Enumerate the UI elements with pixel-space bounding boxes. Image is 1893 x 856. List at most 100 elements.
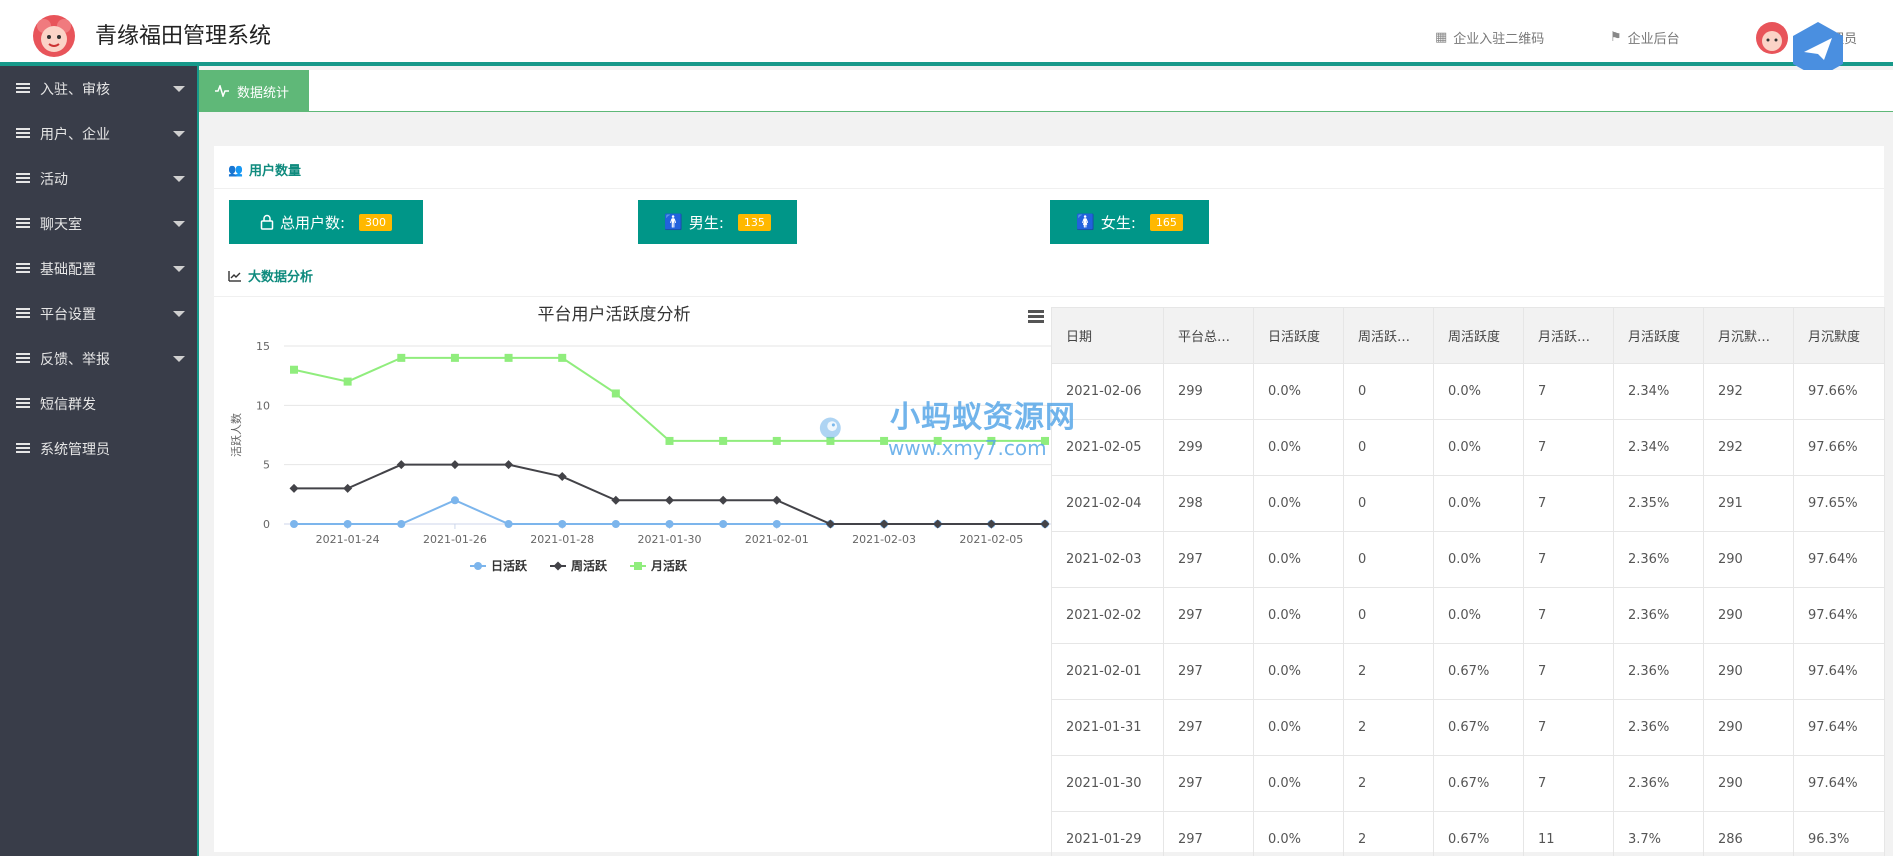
- data-point: [879, 519, 889, 529]
- table-cell: 299: [1163, 419, 1254, 476]
- table-cell: 2021-01-31: [1051, 699, 1164, 756]
- data-point: [665, 495, 674, 505]
- legend-marker: [634, 562, 642, 570]
- sidebar-item-review[interactable]: 入驻、审核: [0, 66, 197, 111]
- x-tick-label: 2021-01-30: [638, 533, 702, 546]
- y-tick-label: 15: [256, 340, 270, 353]
- table-cell: 297: [1163, 699, 1254, 756]
- table-cell: 299: [1163, 363, 1254, 420]
- table-cell: 97.66%: [1793, 363, 1885, 420]
- watermark-url: www.xmy7.com: [888, 436, 1047, 460]
- user-count-title-text: 用户数量: [248, 164, 301, 179]
- list-icon: [16, 308, 30, 319]
- y-tick-label: 0: [263, 518, 270, 531]
- table-cell: 0.0%: [1433, 531, 1524, 588]
- data-point: [933, 519, 943, 529]
- pulse-icon: [215, 85, 229, 97]
- female-users-label: 女生:: [1100, 213, 1136, 232]
- table-cell: 2021-01-29: [1051, 811, 1164, 856]
- sidebar-item-sms[interactable]: 短信群发: [0, 381, 197, 426]
- table-cell: 2.36%: [1613, 755, 1704, 812]
- enterprise-backend-link[interactable]: ⚑ 企业后台: [1610, 28, 1680, 47]
- total-users-button[interactable]: 总用户数: 300: [229, 200, 423, 244]
- data-point: [1040, 519, 1050, 529]
- male-users-button[interactable]: 🚹 男生: 135: [638, 200, 797, 244]
- table-cell: 0: [1343, 475, 1434, 532]
- male-users-label: 男生:: [688, 213, 724, 232]
- watermark-title: 小蚂蚁资源网: [890, 400, 1076, 435]
- female-users-button[interactable]: 🚺 女生: 165: [1050, 200, 1209, 244]
- table-header-cell: 月活跃人数: [1523, 307, 1614, 364]
- y-axis-label: 活跃人数: [229, 413, 243, 457]
- caret-down-icon: [173, 86, 185, 92]
- male-users-count: 135: [737, 213, 771, 231]
- table-cell: 0: [1343, 587, 1434, 644]
- table-cell: 292: [1703, 419, 1794, 476]
- table-header-cell: 日期: [1051, 307, 1164, 364]
- list-icon: [16, 173, 30, 184]
- sidebar-item-activity[interactable]: 活动: [0, 156, 197, 201]
- y-tick-label: 10: [256, 399, 270, 412]
- table-cell: 298: [1163, 475, 1254, 532]
- sidebar-item-label: 反馈、举报: [40, 351, 110, 368]
- table-header-cell: 周活跃度: [1433, 307, 1524, 364]
- total-users-count: 300: [359, 213, 393, 231]
- caret-down-icon: [173, 356, 185, 362]
- sidebar-item-label: 入驻、审核: [40, 81, 110, 98]
- table-cell: 2.36%: [1613, 531, 1704, 588]
- table-cell: 7: [1523, 363, 1614, 420]
- data-point: [558, 353, 567, 362]
- table-cell: 297: [1163, 531, 1254, 588]
- avatar[interactable]: [1754, 20, 1790, 56]
- sidebar-item-platform-settings[interactable]: 平台设置: [0, 291, 197, 336]
- caret-down-icon: [173, 311, 185, 317]
- total-users-label: 总用户数:: [279, 213, 346, 232]
- caret-down-icon: [173, 221, 185, 227]
- sidebar: 入驻、审核 用户、企业 活动 聊天室 基础配置 平台设置 反馈、举报 短信群发 …: [0, 66, 199, 856]
- sidebar-item-admins[interactable]: 系统管理员: [0, 426, 197, 471]
- table-cell: 290: [1703, 699, 1794, 756]
- table-row: 2021-02-01 297 0.0% 2 0.67% 7 2.36% 290 97.64%: [1051, 643, 1885, 700]
- table-cell: 0: [1343, 363, 1434, 420]
- top-header: 青缘福田管理系统 ▦ 企业入驻二维码 ⚑ 企业后台 管理员: [0, 0, 1893, 78]
- caret-down-icon: [173, 131, 185, 137]
- chart-menu-icon[interactable]: [1028, 310, 1044, 324]
- table-cell: 2.36%: [1613, 699, 1704, 756]
- list-icon: [16, 128, 30, 139]
- sidebar-item-users[interactable]: 用户、企业: [0, 111, 197, 156]
- table-row: 2021-02-05 299 0.0% 0 0.0% 7 2.34% 292 97.66%: [1051, 419, 1885, 476]
- data-point: [289, 483, 299, 493]
- tab-data-statistics[interactable]: 数据统计: [199, 70, 309, 112]
- data-point: [665, 436, 674, 445]
- sidebar-item-feedback[interactable]: 反馈、举报: [0, 336, 197, 381]
- table-cell: 2: [1343, 699, 1434, 756]
- data-point: [343, 520, 352, 528]
- qrcode-link[interactable]: ▦ 企业入驻二维码: [1435, 28, 1544, 47]
- table-cell: 2.36%: [1613, 643, 1704, 700]
- table-header-cell: 周活跃人数: [1343, 307, 1434, 364]
- table-row: 2021-02-02 297 0.0% 0 0.0% 7 2.36% 290 97.64%: [1051, 587, 1885, 644]
- sidebar-item-label: 短信群发: [40, 396, 96, 413]
- sidebar-item-basic-config[interactable]: 基础配置: [0, 246, 197, 291]
- data-point: [290, 365, 298, 374]
- series-line-2: [294, 463, 1045, 525]
- data-point: [343, 483, 353, 493]
- big-data-title: 大数据分析: [228, 266, 313, 285]
- app-title: 青缘福田管理系统: [95, 24, 272, 49]
- table-cell: 2: [1343, 643, 1434, 700]
- table-cell: 297: [1163, 643, 1254, 700]
- table-cell: 2.34%: [1613, 419, 1704, 476]
- divider: [214, 188, 1884, 189]
- data-point: [450, 496, 459, 505]
- table-cell: 0.67%: [1433, 643, 1524, 700]
- data-point: [450, 460, 460, 470]
- list-icon: [16, 218, 30, 229]
- table-cell: 290: [1703, 587, 1794, 644]
- table-cell: 7: [1523, 587, 1614, 644]
- table-row: 2021-01-31 297 0.0% 2 0.67% 7 2.36% 290 97.64%: [1051, 699, 1885, 756]
- table-row: 2021-02-03 297 0.0% 0 0.0% 7 2.36% 290 97.64%: [1051, 531, 1885, 588]
- sidebar-item-chatroom[interactable]: 聊天室: [0, 201, 197, 246]
- x-tick-label: 2021-01-26: [423, 533, 487, 546]
- data-point: [557, 472, 567, 482]
- table-cell: 2.35%: [1613, 475, 1704, 532]
